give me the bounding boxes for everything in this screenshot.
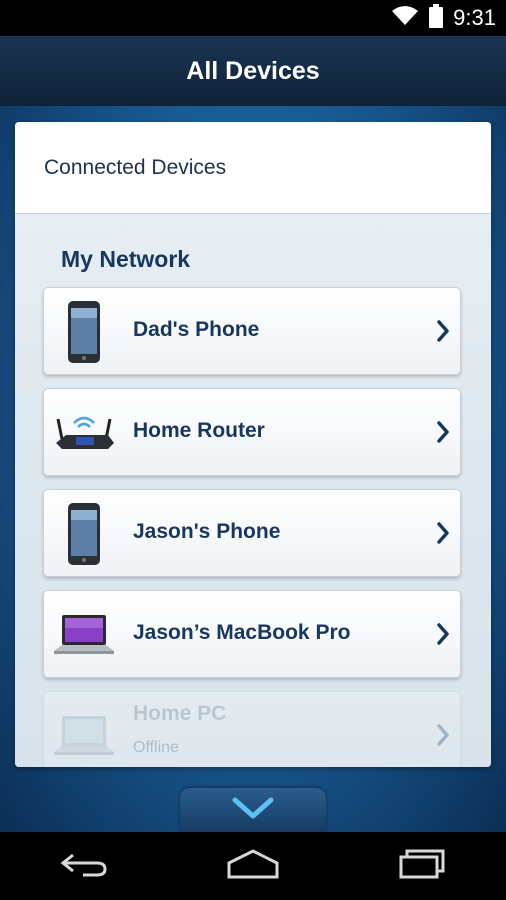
device-item-jasons-macbook-pro[interactable]: Jason’s MacBook Pro bbox=[43, 590, 461, 678]
chevron-right-icon bbox=[436, 522, 450, 548]
panel-header-title: Connected Devices bbox=[44, 155, 227, 179]
devices-panel: Connected Devices My Network Dad's Phone bbox=[15, 122, 491, 767]
device-name: Dad's Phone bbox=[133, 318, 260, 341]
system-nav-bar bbox=[0, 832, 506, 900]
status-bar: 9:31 bbox=[0, 0, 506, 36]
device-item-home-pc[interactable]: Home PC Offline bbox=[43, 691, 461, 767]
section-title: My Network bbox=[61, 246, 191, 272]
battery-icon bbox=[429, 4, 444, 32]
expand-tab-button[interactable] bbox=[180, 788, 326, 832]
device-name: Home Router bbox=[133, 419, 265, 442]
page-title: All Devices bbox=[186, 56, 320, 85]
chevron-down-icon bbox=[231, 796, 275, 824]
recents-button[interactable] bbox=[392, 846, 452, 886]
app-bar: All Devices bbox=[0, 36, 506, 106]
device-name: Jason’s MacBook Pro bbox=[133, 621, 351, 644]
router-icon bbox=[52, 401, 116, 465]
device-list: My Network Dad's Phone Home Router Jason… bbox=[15, 214, 491, 767]
back-button[interactable] bbox=[54, 846, 114, 886]
chevron-right-icon bbox=[436, 724, 450, 750]
recents-icon bbox=[397, 849, 447, 883]
home-button[interactable] bbox=[223, 846, 283, 886]
device-item-home-router[interactable]: Home Router bbox=[43, 388, 461, 476]
status-time: 9:31 bbox=[453, 5, 496, 30]
device-name: Home PC bbox=[133, 702, 227, 725]
chevron-right-icon bbox=[436, 623, 450, 649]
laptop-icon bbox=[52, 704, 116, 767]
chevron-right-icon bbox=[436, 320, 450, 346]
device-item-jasons-phone[interactable]: Jason's Phone bbox=[43, 489, 461, 577]
panel-header: Connected Devices bbox=[15, 122, 491, 214]
device-item-dads-phone[interactable]: Dad's Phone bbox=[43, 287, 461, 375]
phone-icon bbox=[52, 502, 116, 566]
device-status: Offline bbox=[133, 739, 179, 756]
phone-icon bbox=[52, 300, 116, 364]
wifi-icon bbox=[391, 5, 419, 31]
chevron-right-icon bbox=[436, 421, 450, 447]
content-area: Connected Devices My Network Dad's Phone bbox=[0, 106, 506, 832]
laptop-icon bbox=[52, 603, 116, 667]
home-icon bbox=[226, 849, 280, 883]
status-icons: 9:31 bbox=[391, 4, 496, 32]
device-name: Jason's Phone bbox=[133, 520, 281, 543]
back-icon bbox=[59, 849, 109, 883]
